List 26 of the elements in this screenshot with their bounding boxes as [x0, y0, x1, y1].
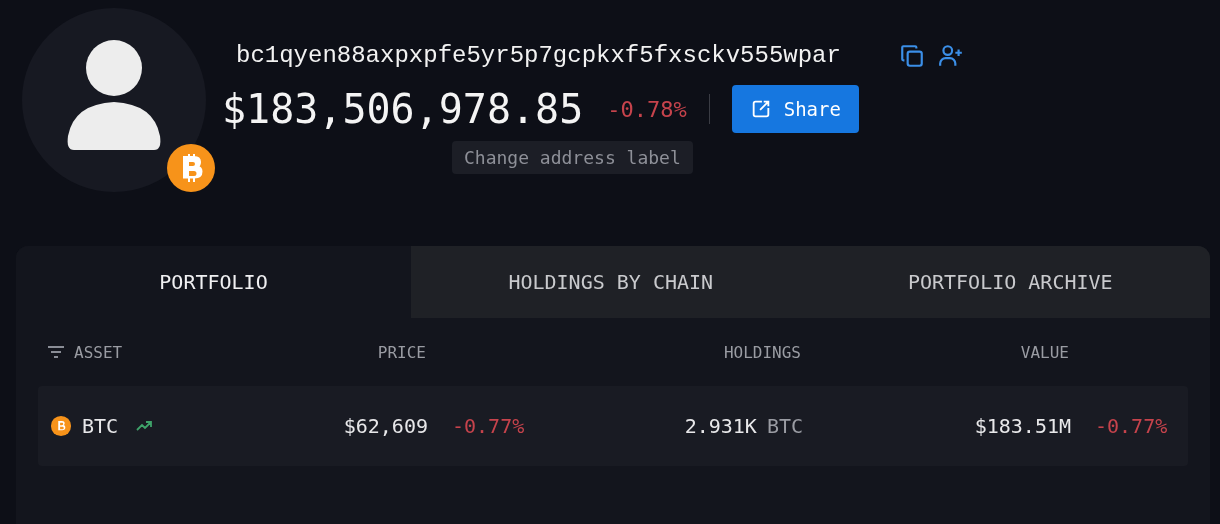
balance-value: $183,506,978.85: [222, 86, 584, 132]
price-value: $62,609: [343, 414, 428, 438]
holdings-amount: 2.931K: [684, 414, 757, 438]
value-change: -0.77%: [1095, 414, 1168, 438]
balance-change: -0.78%: [607, 96, 687, 122]
column-header[interactable]: VALUE: [1020, 342, 1069, 362]
value-amount: $183.51M: [974, 414, 1071, 438]
bitcoin-icon: [50, 415, 72, 437]
add-user-icon[interactable]: [936, 42, 965, 69]
tab[interactable]: HOLDINGS BY CHAIN: [411, 246, 811, 318]
holdings-unit: BTC: [766, 414, 803, 438]
asset-symbol: BTC: [82, 414, 119, 438]
tooltip: Change address label: [452, 141, 693, 174]
person-icon: [66, 40, 162, 152]
column-header[interactable]: ASSET: [74, 342, 123, 362]
trend-up-icon: [136, 421, 153, 431]
column-header[interactable]: PRICE: [377, 342, 426, 362]
copy-icon[interactable]: [898, 42, 925, 69]
filter-icon[interactable]: [48, 346, 64, 358]
tab[interactable]: PORTFOLIO ARCHIVE: [810, 246, 1210, 318]
table-row[interactable]: BTC $62,609 -0.77% 2.931K BTC $183.51M -0.77%: [38, 386, 1188, 466]
share-button[interactable]: Share: [731, 85, 859, 133]
price-change: -0.77%: [452, 414, 525, 438]
column-header[interactable]: HOLDINGS: [723, 342, 801, 362]
wallet-address: bc1qyen88axpxpfe5yr5p7gcpkxf5fxsckv555wpar: [236, 42, 841, 69]
bitcoin-icon: [167, 144, 215, 192]
